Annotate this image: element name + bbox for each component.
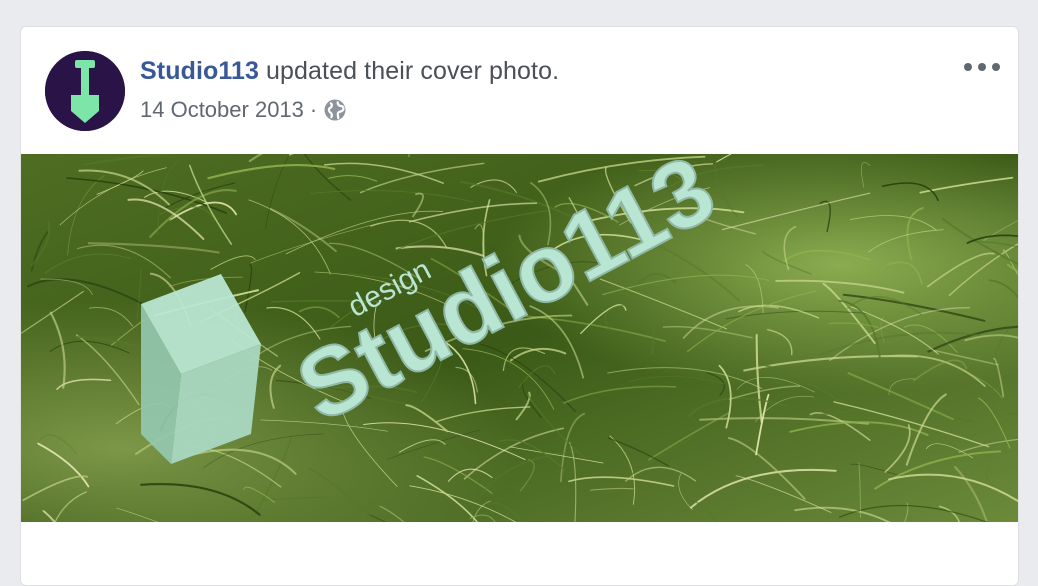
cover-photo-image: Studio113 design	[21, 154, 1018, 522]
post-meta: 14 October 2013 ·	[140, 97, 347, 123]
meta-separator: ·	[309, 97, 318, 122]
post-action-text: updated their cover photo.	[259, 57, 560, 85]
shovel-icon	[45, 51, 125, 131]
feed-post: Studio113 updated their cover photo. 14 …	[20, 26, 1019, 586]
author-link[interactable]: Studio113	[140, 57, 259, 85]
cover-photo[interactable]: Studio113 design	[21, 154, 1018, 522]
post-timestamp[interactable]: 14 October 2013	[140, 97, 304, 123]
dot	[978, 63, 986, 71]
globe-icon[interactable]	[323, 98, 347, 122]
dot	[964, 63, 972, 71]
dot	[992, 63, 1000, 71]
page-avatar[interactable]	[45, 51, 125, 131]
post-headline: Studio113 updated their cover photo.	[140, 57, 559, 86]
more-options-icon[interactable]	[964, 57, 1000, 77]
